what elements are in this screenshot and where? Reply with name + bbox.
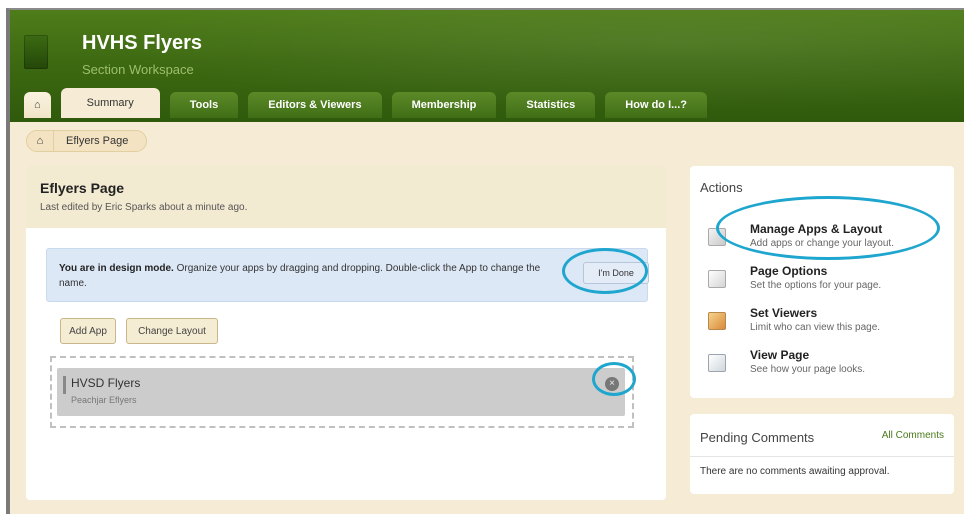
action-description: See how your page looks. xyxy=(750,364,866,375)
pending-comments-title: Pending Comments xyxy=(700,430,815,445)
app-title: HVSD Flyers xyxy=(71,376,141,390)
page-header: Eflyers Page Last edited by Eric Sparks … xyxy=(26,166,666,228)
workspace-window: HVHS Flyers Section Workspace ⌂ Summary … xyxy=(6,8,964,514)
design-mode-text: You are in design mode. Organize your ap… xyxy=(59,261,559,291)
drag-handle-icon[interactable] xyxy=(63,376,66,394)
action-set-viewers[interactable]: Set Viewers Limit who can view this page… xyxy=(702,306,942,340)
app-subtitle: Peachjar Eflyers xyxy=(71,395,137,405)
close-callout-highlight xyxy=(592,362,636,396)
site-subtitle: Section Workspace xyxy=(82,62,194,77)
page-options-icon xyxy=(708,270,726,288)
action-view-page[interactable]: View Page See how your page looks. xyxy=(702,348,942,382)
action-page-options[interactable]: Page Options Set the options for your pa… xyxy=(702,264,942,298)
breadcrumb-current[interactable]: Eflyers Page xyxy=(54,130,148,152)
tab-summary[interactable]: Summary xyxy=(60,88,160,118)
main-panel: Eflyers Page Last edited by Eric Sparks … xyxy=(26,166,666,500)
workspace-logo-icon xyxy=(24,35,48,69)
add-app-button[interactable]: Add App xyxy=(60,318,116,344)
design-mode-heading: You are in design mode. xyxy=(59,263,174,274)
divider xyxy=(690,456,954,457)
tab-home[interactable]: ⌂ xyxy=(24,92,51,118)
app-block[interactable]: HVSD Flyers Peachjar Eflyers × xyxy=(57,368,625,416)
change-layout-button[interactable]: Change Layout xyxy=(126,318,218,344)
page-title: Eflyers Page xyxy=(40,180,125,196)
tab-bar: ⌂ Summary Tools Editors & Viewers Member… xyxy=(24,88,708,118)
all-comments-link[interactable]: All Comments xyxy=(882,430,944,441)
action-description: Set the options for your page. xyxy=(750,280,882,291)
action-title: Page Options xyxy=(750,264,828,278)
tab-membership[interactable]: Membership xyxy=(391,92,497,118)
action-description: Limit who can view this page. xyxy=(750,322,881,333)
action-title: Set Viewers xyxy=(750,306,818,320)
header: HVHS Flyers Section Workspace ⌂ Summary … xyxy=(10,10,964,122)
tab-editors-viewers[interactable]: Editors & Viewers xyxy=(248,92,382,118)
home-icon: ⌂ xyxy=(34,99,41,111)
home-icon: ⌂ xyxy=(36,135,44,147)
manage-apps-callout-highlight xyxy=(716,196,940,260)
set-viewers-icon xyxy=(708,312,726,330)
last-edited-text: Last edited by Eric Sparks about a minut… xyxy=(40,202,248,213)
site-title: HVHS Flyers xyxy=(82,32,203,54)
no-comments-text: There are no comments awaiting approval. xyxy=(700,466,890,477)
done-callout-highlight xyxy=(562,248,648,294)
action-title: View Page xyxy=(750,348,810,362)
pending-comments-panel: Pending Comments All Comments There are … xyxy=(690,414,954,494)
view-page-icon xyxy=(708,354,726,372)
design-mode-banner: You are in design mode. Organize your ap… xyxy=(46,248,649,302)
tab-how-do-i[interactable]: How do I...? xyxy=(605,92,708,118)
breadcrumb: ⌂ Eflyers Page xyxy=(26,130,148,152)
breadcrumb-home[interactable]: ⌂ xyxy=(26,130,54,152)
actions-title: Actions xyxy=(700,180,743,195)
tab-tools[interactable]: Tools xyxy=(169,92,239,118)
tab-statistics[interactable]: Statistics xyxy=(506,92,596,118)
